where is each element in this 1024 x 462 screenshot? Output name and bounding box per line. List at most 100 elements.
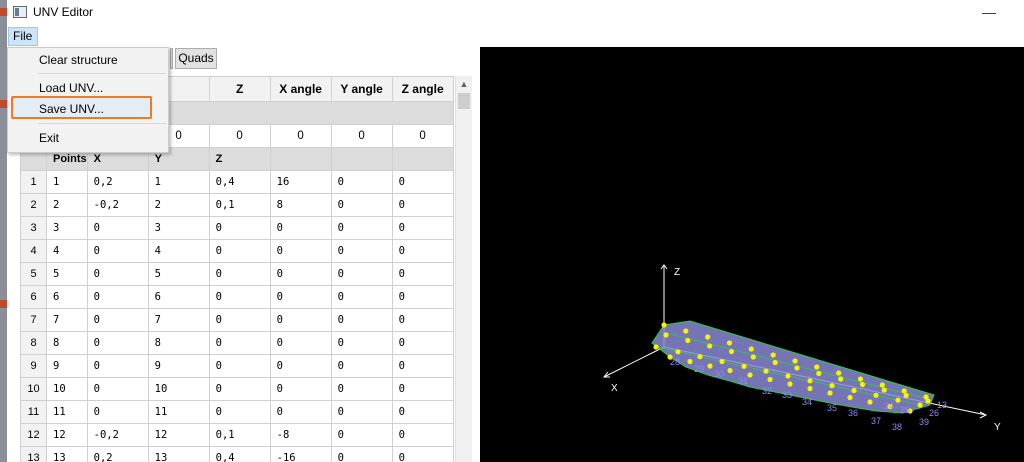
table-row[interactable]: 99090000 <box>20 354 454 378</box>
mesh-node[interactable] <box>867 399 873 405</box>
grid-cell[interactable]: -0,2 <box>86 193 149 217</box>
grid-cell[interactable]: 0 <box>269 285 332 309</box>
grid-cell[interactable]: 11 <box>147 400 210 424</box>
grid-cell[interactable]: 0 <box>269 331 332 355</box>
mesh-node[interactable] <box>857 376 864 382</box>
3d-viewport[interactable]: Z X Y 13 26 39 38 37 36 35 34 33 32 31 30 29 28 25 24 <box>480 47 1024 462</box>
grid-cell[interactable]: 0 <box>208 262 271 286</box>
mesh-node[interactable] <box>687 358 693 365</box>
grid-cell[interactable]: 0 <box>208 354 271 378</box>
grid-cell[interactable]: 3 <box>46 216 88 240</box>
grid-cell[interactable]: 0 <box>391 400 454 424</box>
mesh-node[interactable] <box>794 365 800 371</box>
grid-cell[interactable]: 0 <box>330 262 393 286</box>
grid-cell[interactable]: 0 <box>86 354 149 378</box>
grid-cell[interactable]: 9 <box>46 354 88 378</box>
mesh-node[interactable] <box>770 352 776 358</box>
grid-cell[interactable]: 0 <box>330 331 393 355</box>
mesh-node[interactable] <box>675 349 681 355</box>
grid-cell[interactable]: 0 <box>330 400 393 424</box>
mesh-node[interactable] <box>873 392 879 398</box>
grid-cell[interactable]: 7 <box>46 308 88 332</box>
mesh-node[interactable] <box>685 337 691 344</box>
grid-cell[interactable]: 0 <box>330 193 393 217</box>
points-column-header[interactable]: Z <box>208 147 271 171</box>
grid-cell[interactable]: 0 <box>269 216 332 240</box>
mesh-node[interactable] <box>726 340 733 346</box>
grid-cell[interactable]: 0 <box>391 377 454 401</box>
column-header[interactable]: Z <box>208 76 271 102</box>
grid-cell[interactable]: 0 <box>86 400 149 424</box>
mesh-node[interactable] <box>741 363 747 369</box>
table-row[interactable]: 77070000 <box>20 308 454 332</box>
grid-cell[interactable]: 0 <box>269 308 332 332</box>
mesh-node[interactable] <box>663 332 669 338</box>
grid-cell[interactable]: 12 <box>147 423 210 447</box>
grid-cell[interactable]: 0 <box>208 308 271 332</box>
grid-cell[interactable]: 0,1 <box>208 423 271 447</box>
menu-item-clear-structure[interactable]: Clear structure <box>39 53 118 67</box>
mesh-node[interactable] <box>705 334 711 340</box>
grid-cell[interactable]: 1 <box>46 170 88 194</box>
grid-cell[interactable]: 0 <box>391 446 454 462</box>
scroll-thumb[interactable] <box>458 93 470 109</box>
table-row[interactable]: 13 13 0,2 13 0,4 -16 0 0 <box>20 446 454 462</box>
grid-cell[interactable]: 0,2 <box>86 170 149 194</box>
grid-cell[interactable]: 9 <box>147 354 210 378</box>
table-row[interactable]: 66060000 <box>20 285 454 309</box>
grid-cell[interactable]: 0 <box>391 285 454 309</box>
grid-cell[interactable]: 2 <box>147 193 210 217</box>
quads-button[interactable]: Quads <box>175 48 217 69</box>
grid-cell[interactable]: 8 <box>147 331 210 355</box>
mesh-node[interactable] <box>785 373 791 379</box>
table-row[interactable]: 10 10 0 10 0 0 0 0 <box>20 377 454 401</box>
grid-cell[interactable]: 5 <box>147 262 210 286</box>
mesh-node[interactable] <box>917 402 923 408</box>
grid-cell[interactable]: 16 <box>269 170 332 194</box>
mesh-node[interactable] <box>763 368 769 374</box>
grid-cell[interactable]: 13 <box>46 446 88 462</box>
grid-cell[interactable]: 0 <box>269 124 332 148</box>
mesh-node[interactable] <box>787 381 793 387</box>
mesh-node[interactable] <box>792 358 798 364</box>
grid-cell[interactable]: 7 <box>147 308 210 332</box>
grid-cell[interactable]: 11 <box>46 400 88 424</box>
grid-cell[interactable]: 10 <box>46 377 88 401</box>
mesh-node[interactable] <box>772 359 778 366</box>
mesh-node[interactable] <box>851 387 857 394</box>
table-row[interactable]: 11 11 0 11 0 0 0 0 <box>20 400 454 424</box>
mesh-node[interactable] <box>816 370 822 377</box>
grid-cell[interactable]: 10 <box>147 377 210 401</box>
grid-cell[interactable]: 0 <box>330 239 393 263</box>
grid-cell[interactable]: 0,1 <box>208 193 271 217</box>
mesh-node[interactable] <box>838 376 844 382</box>
grid-cell[interactable]: 4 <box>46 239 88 263</box>
grid-cell[interactable]: 0 <box>330 285 393 309</box>
grid-cell[interactable]: 0 <box>391 216 454 240</box>
grid-cell[interactable]: 0 <box>86 331 149 355</box>
mesh-node[interactable] <box>903 392 909 399</box>
grid-cell[interactable]: -0,2 <box>86 423 149 447</box>
grid-cell[interactable]: -16 <box>269 446 332 462</box>
grid-cell[interactable]: 2 <box>46 193 88 217</box>
mesh-node[interactable] <box>748 346 754 352</box>
grid-cell[interactable]: 0 <box>330 423 393 447</box>
grid-cell[interactable]: 0 <box>391 193 454 217</box>
grid-cell[interactable]: 0 <box>391 239 454 263</box>
mesh-node[interactable] <box>653 344 659 350</box>
mesh-node[interactable] <box>707 363 713 369</box>
mesh-node[interactable] <box>859 381 866 388</box>
grid-cell[interactable]: 0 <box>86 308 149 332</box>
column-header[interactable]: X angle <box>269 76 332 102</box>
menu-item-save-unv[interactable]: Save UNV... <box>39 102 104 116</box>
mesh-node[interactable] <box>683 328 689 334</box>
grid-cell[interactable]: 13 <box>147 446 210 462</box>
grid-cell[interactable]: 4 <box>147 239 210 263</box>
mesh-node[interactable] <box>719 358 725 365</box>
grid-cell[interactable]: 0 <box>208 331 271 355</box>
grid-cell[interactable]: 0 <box>208 124 271 148</box>
grid-cell[interactable]: 8 <box>46 331 88 355</box>
mesh-node[interactable] <box>925 398 931 404</box>
grid-cell[interactable]: 0 <box>391 262 454 286</box>
menu-item-exit[interactable]: Exit <box>39 131 59 145</box>
